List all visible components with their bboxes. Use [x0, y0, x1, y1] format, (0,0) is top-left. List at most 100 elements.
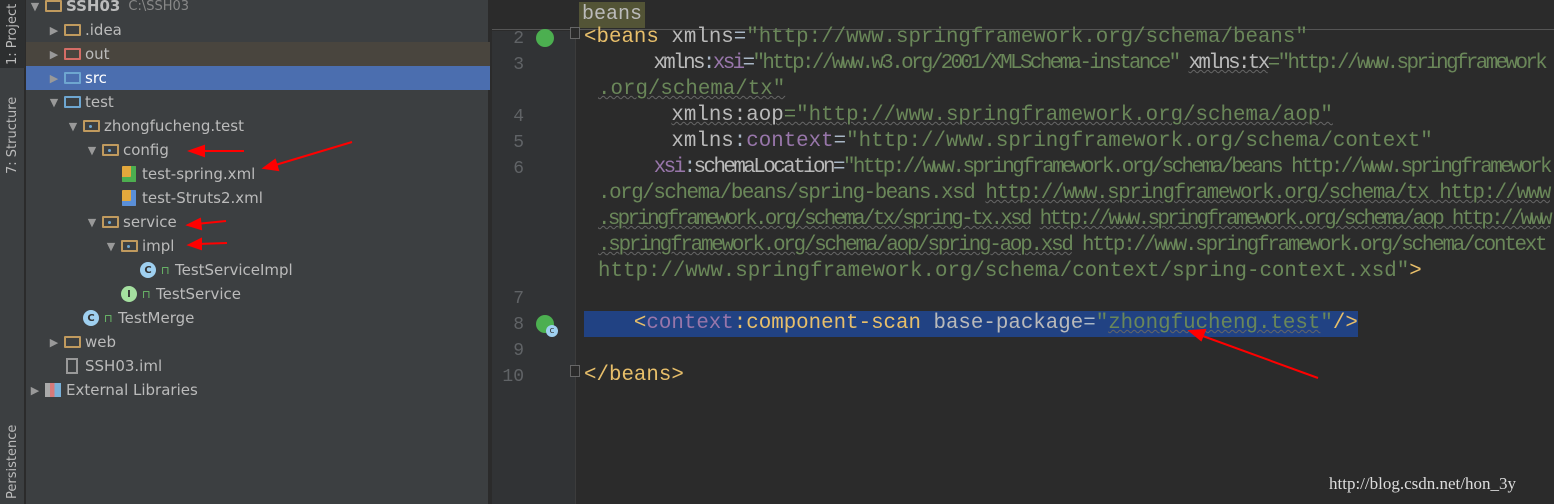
tree-item-label: SSH03.iml — [85, 357, 163, 375]
tree-item[interactable]: ▶C⊓TestMerge — [26, 306, 490, 330]
code-token: http://www.springframework.org/schema/ao… — [1039, 208, 1553, 231]
expanded-arrow-icon[interactable]: ▼ — [26, 0, 44, 13]
code-token: xmlns:aop — [671, 104, 784, 127]
tree-item[interactable]: ▶I⊓TestService — [26, 282, 490, 306]
code-token: "http://www.springframework.org/schema/b… — [746, 26, 1308, 49]
tree-item-label: test — [85, 93, 114, 111]
code-line: xmlns:aop="http://www.springframework.or… — [584, 103, 1332, 129]
package-icon — [82, 118, 100, 134]
tree-item[interactable]: ▼ impl — [26, 234, 490, 258]
test-class-icon: C — [82, 310, 100, 326]
tree-item-label: impl — [142, 237, 175, 255]
tool-tab-persistence[interactable]: Persistence — [0, 420, 25, 504]
tree-item[interactable]: ▶ External Libraries — [26, 378, 490, 402]
tree-item-label: zhongfucheng.test — [104, 117, 244, 135]
interface-icon: I — [120, 286, 138, 302]
code-line: <beans xmlns="http://www.springframework… — [584, 25, 1308, 51]
code-token: <beans — [584, 26, 672, 49]
code-token: /> — [1332, 312, 1358, 335]
tree-item[interactable]: ▶ src — [26, 66, 490, 90]
code-token: ="http://www.springframework — [1267, 52, 1548, 75]
code-line: </beans> — [584, 363, 684, 389]
code-line: .org/schema/beans/spring-beans.xsd http:… — [598, 181, 1551, 207]
module-folder-icon — [44, 0, 62, 14]
xml-editor[interactable]: beans 2345678910 <beans xmlns="http://ww… — [492, 0, 1554, 504]
line-number: 7 — [513, 289, 524, 309]
expanded-arrow-icon[interactable]: ▼ — [45, 96, 63, 109]
line-number: 8 — [513, 315, 524, 335]
expanded-arrow-icon[interactable]: ▼ — [102, 240, 120, 253]
fold-marker-icon[interactable] — [570, 27, 580, 39]
code-token: xmlns:tx — [1188, 52, 1270, 75]
tree-item[interactable]: ▼ test — [26, 90, 490, 114]
code-token: </beans> — [584, 364, 684, 387]
code-token: http://www.springframework.org/schema/co… — [598, 260, 1410, 283]
code-token: = — [742, 52, 755, 75]
line-number: 5 — [513, 133, 524, 153]
tree-item[interactable]: ▶ web — [26, 330, 490, 354]
tool-tab-structure[interactable]: 7: Structure — [0, 80, 25, 190]
code-token: .springframework.org/schema/aop/spring-a… — [598, 234, 1074, 257]
expanded-arrow-icon[interactable]: ▼ — [64, 120, 82, 133]
tree-item[interactable]: ▼ zhongfucheng.test — [26, 114, 490, 138]
tree-item[interactable]: ▶ out — [26, 42, 490, 66]
line-number: 10 — [502, 367, 524, 387]
expanded-arrow-icon[interactable]: ▼ — [83, 216, 101, 229]
tree-item[interactable]: ▼ service — [26, 210, 490, 234]
tree-item[interactable]: ▶test-Struts2.xml — [26, 186, 490, 210]
line-number: 4 — [513, 107, 524, 127]
fold-marker-icon[interactable] — [570, 365, 580, 377]
code-token: xsi — [653, 156, 686, 179]
code-token: : — [702, 52, 715, 75]
expanded-arrow-icon[interactable]: ▼ — [83, 144, 101, 157]
tree-item[interactable]: ▶ .idea — [26, 18, 490, 42]
spring-bean-icon[interactable] — [536, 29, 554, 47]
tree-item[interactable]: ▶test-spring.xml — [26, 162, 490, 186]
lock-open-icon: ⊓ — [142, 287, 151, 301]
tree-item[interactable]: ▶C⊓TestServiceImpl — [26, 258, 490, 282]
class-icon: C — [139, 262, 157, 278]
line-number: 3 — [513, 55, 524, 75]
code-token: "http://www.springframework.org/schema/c… — [846, 130, 1433, 153]
collapsed-arrow-icon[interactable]: ▶ — [45, 48, 63, 61]
libraries-icon — [44, 382, 62, 398]
tree-item[interactable]: ▼ config — [26, 138, 490, 162]
spring-component-icon[interactable] — [536, 315, 558, 337]
struts-xml-icon — [120, 190, 138, 206]
code-token: = — [833, 130, 847, 153]
tree-item-label: test-Struts2.xml — [142, 189, 263, 207]
tree-item-label: External Libraries — [66, 381, 198, 399]
tool-tab-project[interactable]: 1: Project — [0, 0, 25, 68]
tree-item[interactable]: ▼ SSH03 C:\SSH03 — [26, 0, 490, 18]
collapsed-arrow-icon[interactable]: ▶ — [45, 24, 63, 37]
code-line: xmlns:context="http://www.springframewor… — [584, 129, 1433, 155]
tree-item-label: config — [123, 141, 169, 159]
tree-item-label: test-spring.xml — [142, 165, 256, 183]
tree-item-label: web — [85, 333, 117, 351]
code-token: : — [733, 130, 747, 153]
code-token: = — [733, 26, 747, 49]
tool-window-strip: 1: Project 7: Structure Persistence — [0, 0, 25, 504]
code-line: .springframework.org/schema/aop/spring-a… — [598, 233, 1548, 259]
collapsed-arrow-icon[interactable]: ▶ — [26, 384, 44, 397]
line-number: 2 — [513, 29, 524, 49]
code-token: xmlns — [671, 130, 734, 153]
code-line: .org/schema/tx" — [598, 77, 785, 103]
code-token: http://www.springframework.org/schema/tx… — [985, 182, 1551, 205]
code-token: http://www.springframework.org/schema/co… — [1071, 234, 1548, 257]
tree-item-label: SSH03 — [66, 0, 121, 15]
collapsed-arrow-icon[interactable]: ▶ — [45, 336, 63, 349]
tree-item-label: .idea — [85, 21, 122, 39]
tree-item[interactable]: ▶SSH03.iml — [26, 354, 490, 378]
editor-gutter: 2 3 4 5 6 7 8 9 10 — [492, 27, 580, 504]
collapsed-arrow-icon[interactable]: ▶ — [45, 72, 63, 85]
code-token: xsi — [712, 52, 745, 75]
line-number: 9 — [513, 341, 524, 361]
test-folder-icon — [63, 94, 81, 110]
code-token: .org/schema/beans/spring-beans.xsd — [598, 182, 986, 205]
tree-item-label: TestService — [156, 285, 241, 303]
